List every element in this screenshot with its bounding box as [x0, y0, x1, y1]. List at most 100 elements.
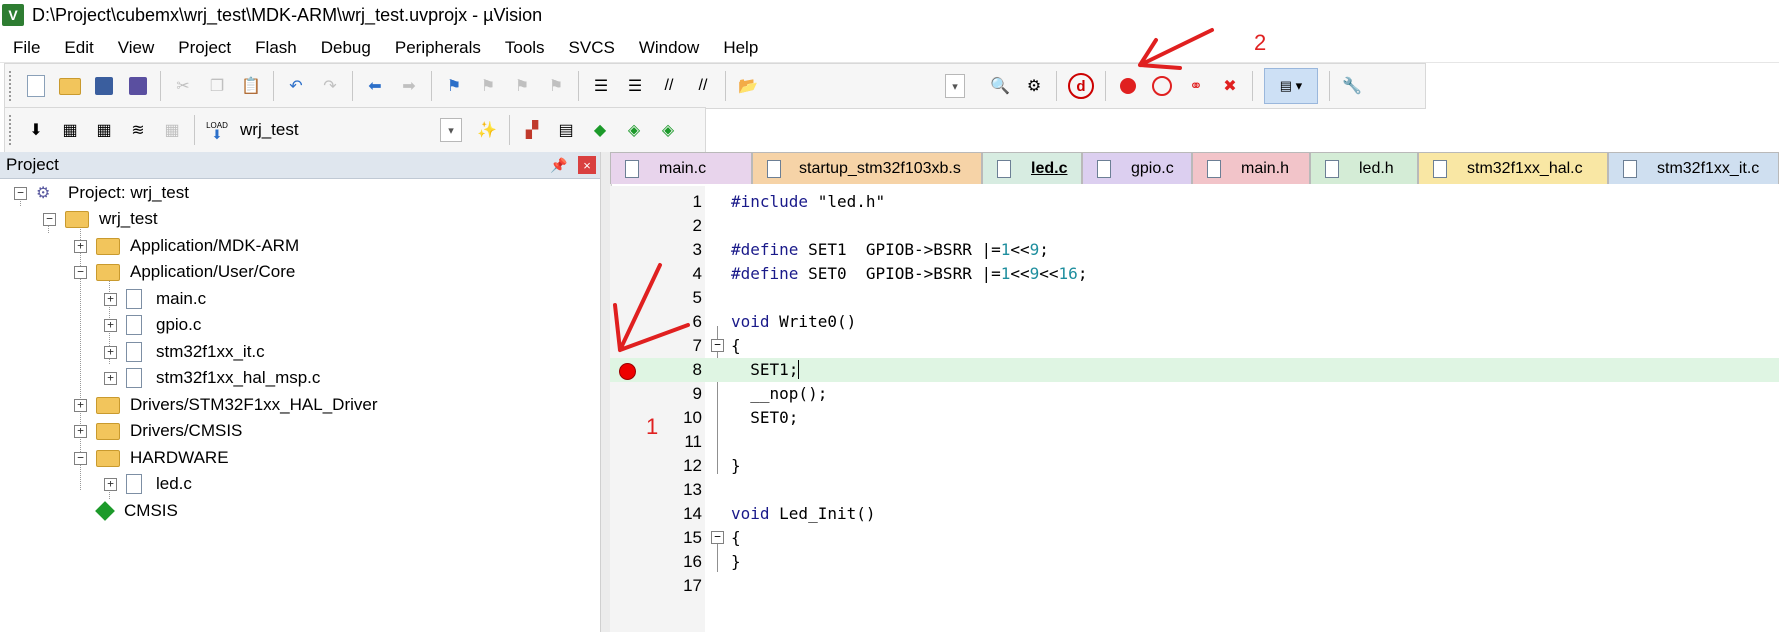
menu-help[interactable]: Help — [710, 38, 769, 58]
tree-file-led-c[interactable]: + led.c — [104, 471, 192, 497]
tab-led-c[interactable]: led.c — [982, 152, 1082, 184]
code-line-15[interactable]: 15 − { — [610, 526, 1779, 550]
fold-toggle-icon[interactable]: − — [711, 531, 724, 544]
tree-group-drivers-hal[interactable]: + Drivers/STM32F1xx_HAL_Driver — [74, 392, 378, 418]
copy-icon[interactable]: ❐ — [205, 74, 229, 98]
collapse-icon[interactable]: − — [74, 265, 87, 279]
stop-build-icon[interactable]: ▦ — [160, 118, 184, 142]
target-dropdown-icon[interactable]: ▾ — [440, 118, 462, 142]
paste-icon[interactable]: 📋 — [239, 74, 263, 98]
incremental-find-icon[interactable]: 🔍 — [988, 74, 1012, 98]
tab-stm32f1xx-hal-c[interactable]: stm32f1xx_hal.c — [1418, 152, 1608, 184]
tab-led-h[interactable]: led.h — [1310, 152, 1418, 184]
code-editor[interactable]: 1 #include "led.h" 2 3 #define SET1 GPIO… — [610, 186, 1779, 632]
code-line-9[interactable]: 9 __nop(); — [610, 382, 1779, 406]
code-line-2[interactable]: 2 — [610, 214, 1779, 238]
tab-main-h[interactable]: main.h — [1192, 152, 1310, 184]
menu-window[interactable]: Window — [626, 38, 710, 58]
download-load-icon[interactable]: LOAD ⬇ — [205, 118, 229, 142]
expand-icon[interactable]: + — [104, 292, 117, 306]
options-for-target-icon[interactable]: ✨ — [475, 118, 499, 142]
select-packs-icon[interactable]: ▤ — [554, 118, 578, 142]
code-line-4[interactable]: 4 #define SET0 GPIOB->BSRR |=1<<9<<16; — [610, 262, 1779, 286]
code-line-3[interactable]: 3 #define SET1 GPIOB->BSRR |=1<<9; — [610, 238, 1779, 262]
start-debug-session-icon[interactable]: d — [1068, 73, 1094, 99]
toolbar-grip[interactable] — [9, 71, 15, 101]
code-line-14[interactable]: 14 void Led_Init() — [610, 502, 1779, 526]
find-in-files-icon[interactable]: 📂 — [736, 74, 760, 98]
build-icon[interactable]: ▦ — [58, 118, 82, 142]
redo-icon[interactable]: ↷ — [318, 74, 342, 98]
expand-icon[interactable]: + — [74, 398, 87, 412]
pin-icon[interactable]: 📌 — [548, 157, 570, 174]
navigate-forward-icon[interactable]: ➡ — [397, 74, 421, 98]
expand-icon[interactable]: + — [104, 345, 117, 359]
tree-group-application-mdk-arm[interactable]: + Application/MDK-ARM — [74, 233, 299, 259]
manage-rte-icon[interactable]: ◆ — [588, 118, 612, 142]
navigate-back-icon[interactable]: ⬅ — [363, 74, 387, 98]
fold-toggle-icon[interactable]: − — [711, 339, 724, 352]
menu-edit[interactable]: Edit — [51, 38, 104, 58]
save-all-icon[interactable] — [126, 74, 150, 98]
indent-icon[interactable]: ☰ — [589, 74, 613, 98]
tree-file-main-c[interactable]: + main.c — [104, 286, 206, 312]
tab-gpio-c[interactable]: gpio.c — [1082, 152, 1192, 184]
insert-breakpoint-icon[interactable] — [1116, 74, 1140, 98]
code-line-1[interactable]: 1 #include "led.h" — [610, 190, 1779, 214]
code-line-10[interactable]: 10 SET0; — [610, 406, 1779, 430]
target-select[interactable]: wrj_test — [240, 118, 440, 142]
menu-debug[interactable]: Debug — [308, 38, 382, 58]
code-line-7[interactable]: 7 − { — [610, 334, 1779, 358]
tree-file-stm32f1xx-hal-msp-c[interactable]: + stm32f1xx_hal_msp.c — [104, 365, 320, 391]
open-folder-icon[interactable] — [58, 74, 82, 98]
expand-icon[interactable]: + — [104, 477, 117, 491]
toolbar-grip[interactable] — [9, 115, 15, 145]
code-line-12[interactable]: 12 } — [610, 454, 1779, 478]
code-line-13[interactable]: 13 — [610, 478, 1779, 502]
pack-installer-icon[interactable]: ◈ — [622, 118, 646, 142]
collapse-icon[interactable]: − — [43, 212, 56, 226]
tab-stm32f1xx-it-c[interactable]: stm32f1xx_it.c — [1608, 152, 1779, 184]
configuration-wrench-icon[interactable]: 🔧 — [1340, 74, 1364, 98]
translate-icon[interactable]: ⬇ — [24, 118, 48, 142]
expand-icon[interactable]: + — [104, 318, 117, 332]
tab-main-c[interactable]: main.c — [610, 152, 752, 184]
menu-svcs[interactable]: SVCS — [556, 38, 626, 58]
clear-bookmarks-icon[interactable]: ⚑ — [544, 74, 568, 98]
rebuild-icon[interactable]: ▦ — [92, 118, 116, 142]
tree-group-application-user-core[interactable]: − Application/User/Core — [74, 259, 295, 285]
undo-icon[interactable]: ↶ — [284, 74, 308, 98]
comment-icon[interactable]: // — [657, 74, 681, 98]
tree-file-stm32f1xx-it-c[interactable]: + stm32f1xx_it.c — [104, 339, 265, 365]
window-layout-icon[interactable]: ▤ ▾ — [1264, 68, 1318, 104]
next-bookmark-icon[interactable]: ⚑ — [510, 74, 534, 98]
cut-icon[interactable]: ✂ — [171, 74, 195, 98]
collapse-icon[interactable]: − — [74, 451, 87, 465]
save-icon[interactable] — [92, 74, 116, 98]
rte-green-icon[interactable]: ◈ — [656, 118, 680, 142]
configure-icon[interactable]: ⚙ — [1022, 74, 1046, 98]
menu-project[interactable]: Project — [165, 38, 242, 58]
tree-cmsis-component[interactable]: CMSIS — [94, 498, 178, 524]
enable-breakpoint-icon[interactable] — [1150, 74, 1174, 98]
code-line-17[interactable]: 17 — [610, 574, 1779, 598]
code-line-11[interactable]: 11 — [610, 430, 1779, 454]
batch-build-icon[interactable]: ≋ — [126, 118, 150, 142]
expand-icon[interactable]: + — [104, 371, 117, 385]
tree-file-gpio-c[interactable]: + gpio.c — [104, 312, 201, 338]
tab-startup-s[interactable]: startup_stm32f103xb.s — [752, 152, 982, 184]
tree-group-drivers-cmsis[interactable]: + Drivers/CMSIS — [74, 418, 242, 444]
uncomment-icon[interactable]: // — [691, 74, 715, 98]
manage-project-items-icon[interactable]: ▞ — [520, 118, 544, 142]
disable-all-breakpoints-icon[interactable]: ⚭ — [1184, 74, 1208, 98]
expand-icon[interactable]: + — [74, 239, 87, 253]
code-line-6[interactable]: 6 void Write0() — [610, 310, 1779, 334]
menu-peripherals[interactable]: Peripherals — [382, 38, 492, 58]
code-line-8-current[interactable]: 8 SET1; — [610, 358, 1779, 382]
menu-view[interactable]: View — [105, 38, 166, 58]
tree-group-hardware[interactable]: − HARDWARE — [74, 445, 229, 471]
bookmark-icon[interactable]: ⚑ — [442, 74, 466, 98]
menu-file[interactable]: File — [0, 38, 51, 58]
tree-target-wrj-test[interactable]: − wrj_test — [43, 206, 158, 232]
tree-project-root[interactable]: − ⚙ Project: wrj_test — [14, 180, 189, 206]
